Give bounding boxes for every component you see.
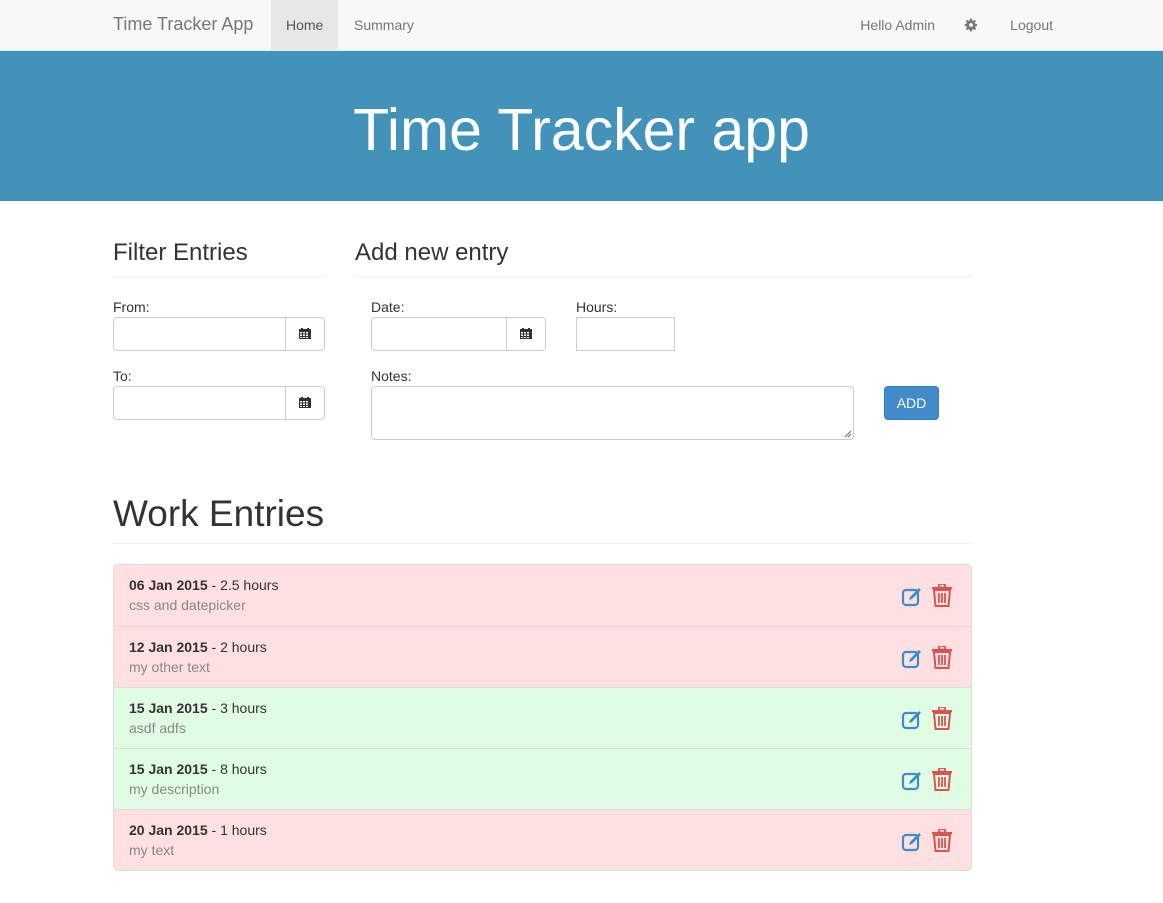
nav-summary[interactable]: Summary	[339, 0, 429, 50]
nav-home[interactable]: Home	[271, 0, 339, 50]
entry-note: css and datepicker	[129, 597, 246, 613]
trash-icon[interactable]	[932, 707, 952, 730]
entry-note: my text	[129, 842, 175, 858]
calendar-icon	[520, 328, 532, 339]
add-button[interactable]: ADD	[884, 386, 939, 420]
trash-icon[interactable]	[932, 829, 952, 852]
entry-hours: - 3 hours	[207, 700, 267, 716]
hours-label: Hours:	[576, 299, 618, 315]
entry-summary: 15 Jan 2015 - 3 hours	[129, 700, 267, 716]
navbar: Time Tracker App Home Summary Hello Admi…	[0, 0, 1163, 51]
add-entry-heading: Add new entry	[355, 239, 972, 277]
hero-banner: Time Tracker app	[0, 51, 1163, 201]
notes-label: Notes:	[371, 368, 412, 384]
edit-icon[interactable]	[901, 709, 923, 731]
entry-summary: 15 Jan 2015 - 8 hours	[129, 761, 267, 777]
edit-icon[interactable]	[901, 648, 923, 670]
entry-calendar-button[interactable]	[506, 318, 545, 350]
to-calendar-button[interactable]	[285, 387, 324, 419]
page-title: Time Tracker app	[353, 97, 810, 163]
edit-icon[interactable]	[901, 586, 923, 608]
to-date-input[interactable]	[113, 386, 325, 420]
list-item: 06 Jan 2015 - 2.5 hours css and datepick…	[114, 565, 971, 626]
entry-summary: 20 Jan 2015 - 1 hours	[129, 822, 267, 838]
from-date-input[interactable]	[113, 317, 325, 351]
from-label: From:	[113, 299, 150, 315]
entry-date: 20 Jan 2015	[129, 822, 208, 838]
list-item: 12 Jan 2015 - 2 hours my other text	[114, 626, 971, 687]
brand-link[interactable]: Time Tracker App	[113, 14, 253, 35]
entry-date: 15 Jan 2015	[129, 761, 208, 777]
filter-heading: Filter Entries	[113, 239, 325, 277]
calendar-icon	[299, 328, 311, 339]
trash-icon[interactable]	[932, 584, 952, 607]
from-calendar-button[interactable]	[285, 318, 324, 350]
to-label: To:	[113, 368, 132, 384]
hours-input[interactable]	[576, 317, 675, 351]
date-label: Date:	[371, 299, 405, 315]
entry-date: 06 Jan 2015	[129, 577, 208, 593]
entry-note: my description	[129, 781, 220, 797]
edit-icon[interactable]	[901, 831, 923, 853]
entry-hours: - 8 hours	[207, 761, 267, 777]
nav-hello-user[interactable]: Hello Admin	[845, 0, 950, 50]
entry-date-input[interactable]	[371, 317, 546, 351]
entry-note: asdf adfs	[129, 720, 186, 736]
edit-icon[interactable]	[901, 770, 923, 792]
list-item: 20 Jan 2015 - 1 hours my text	[114, 809, 971, 870]
entry-hours: - 1 hours	[207, 822, 267, 838]
entry-date: 15 Jan 2015	[129, 700, 208, 716]
gear-icon	[964, 18, 978, 32]
logout-link[interactable]: Logout	[995, 0, 1068, 50]
work-entries-heading: Work Entries	[113, 493, 972, 544]
entry-hours: - 2.5 hours	[207, 577, 279, 593]
resize-handle-icon[interactable]	[844, 430, 852, 438]
calendar-icon	[299, 397, 311, 408]
settings-link[interactable]	[956, 0, 986, 50]
notes-textarea[interactable]	[371, 386, 854, 440]
trash-icon[interactable]	[932, 768, 952, 791]
list-item: 15 Jan 2015 - 3 hours asdf adfs	[114, 687, 971, 748]
entry-note: my other text	[129, 659, 210, 675]
entry-date: 12 Jan 2015	[129, 639, 208, 655]
entry-summary: 06 Jan 2015 - 2.5 hours	[129, 577, 278, 593]
entries-list: 06 Jan 2015 - 2.5 hours css and datepick…	[113, 564, 972, 871]
entry-summary: 12 Jan 2015 - 2 hours	[129, 639, 267, 655]
list-item: 15 Jan 2015 - 8 hours my description	[114, 748, 971, 809]
entry-hours: - 2 hours	[207, 639, 267, 655]
trash-icon[interactable]	[932, 646, 952, 669]
